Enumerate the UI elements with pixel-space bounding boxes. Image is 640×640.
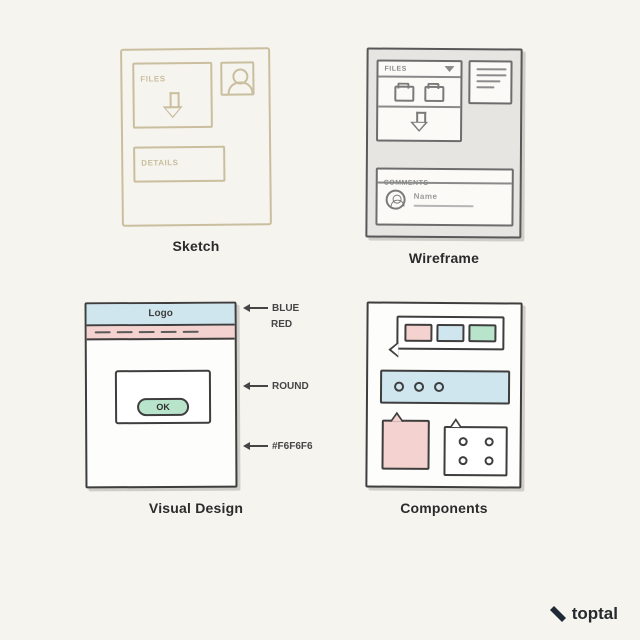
- diagram-stage: FILES DETAILS Sketch FILES: [85, 48, 555, 552]
- dropdown-caret-icon: [444, 66, 454, 72]
- swatch-blue: [436, 324, 464, 342]
- note-tail-fill: [392, 415, 402, 422]
- component-grid: [443, 426, 507, 476]
- caption-components: Components: [400, 500, 488, 516]
- swatch-red: [404, 324, 432, 342]
- wireframe-comments-label: COMMENTS: [384, 180, 429, 187]
- logo-label: Logo: [148, 309, 172, 319]
- download-arrow-icon: [411, 112, 427, 134]
- folder-icon: [394, 86, 414, 102]
- caption-sketch: Sketch: [172, 238, 219, 254]
- logo-bar: Logo: [87, 304, 235, 327]
- swatch-green: [468, 324, 496, 342]
- tile-visual-design: Logo OK BLUE RED ROUND #F6F6F6 Visual De…: [85, 302, 307, 516]
- brand-name: toptal: [572, 605, 618, 622]
- folder-icon: [424, 86, 444, 102]
- ok-label: OK: [156, 402, 170, 412]
- annotation-red: RED: [243, 320, 292, 330]
- avatar-icon: [220, 61, 254, 95]
- caption-wireframe: Wireframe: [409, 250, 479, 266]
- grid-tail-fill: [452, 421, 460, 427]
- sketch-frame: FILES DETAILS: [120, 47, 272, 227]
- annotation-round: ROUND: [243, 382, 309, 392]
- wireframe-files-label: FILES: [384, 65, 406, 72]
- tile-sketch: FILES DETAILS Sketch: [85, 48, 307, 266]
- arrow-left-icon: [243, 382, 268, 392]
- tooltip-tail-fill: [391, 344, 398, 356]
- sketch-avatar-box: [220, 61, 258, 99]
- component-note: [381, 420, 429, 470]
- arrow-left-icon: [243, 442, 268, 452]
- wireframe-files-box: FILES: [376, 60, 463, 143]
- component-toolbar: [380, 370, 510, 405]
- sketch-files-box: FILES: [132, 62, 213, 129]
- text-line-icon: [414, 205, 474, 207]
- arrow-left-icon: [243, 304, 268, 314]
- caption-visual-design: Visual Design: [149, 500, 243, 516]
- toptal-logo-icon: [550, 606, 566, 622]
- avatar-icon: [386, 190, 406, 210]
- wireframe-notes-box: [468, 60, 512, 104]
- visual-design-frame: Logo OK: [85, 302, 238, 489]
- sketch-files-label: FILES: [140, 74, 165, 83]
- wireframe-frame: FILES: [365, 47, 522, 238]
- row-1: FILES DETAILS Sketch FILES: [85, 48, 555, 266]
- ok-button[interactable]: OK: [137, 398, 189, 416]
- download-arrow-icon: [163, 92, 183, 118]
- wireframe-name-label: Name: [414, 193, 474, 201]
- tile-components: Components: [333, 302, 555, 516]
- component-tooltip: [396, 316, 504, 351]
- nav-bar: [87, 326, 235, 341]
- annotation-bg-hex: #F6F6F6: [243, 442, 313, 452]
- toolbar-dots: [382, 372, 508, 403]
- brand: toptal: [550, 605, 618, 622]
- row-2: Logo OK BLUE RED ROUND #F6F6F6 Visual De…: [85, 302, 555, 516]
- sketch-details-label: DETAILS: [141, 158, 178, 167]
- dialog-panel: OK: [115, 370, 211, 425]
- components-frame: [365, 301, 522, 488]
- wireframe-comments-box: COMMENTS Name: [375, 168, 513, 227]
- annotation-blue: BLUE: [243, 304, 299, 314]
- sketch-details-box: DETAILS: [133, 146, 225, 183]
- tile-wireframe: FILES: [333, 48, 555, 266]
